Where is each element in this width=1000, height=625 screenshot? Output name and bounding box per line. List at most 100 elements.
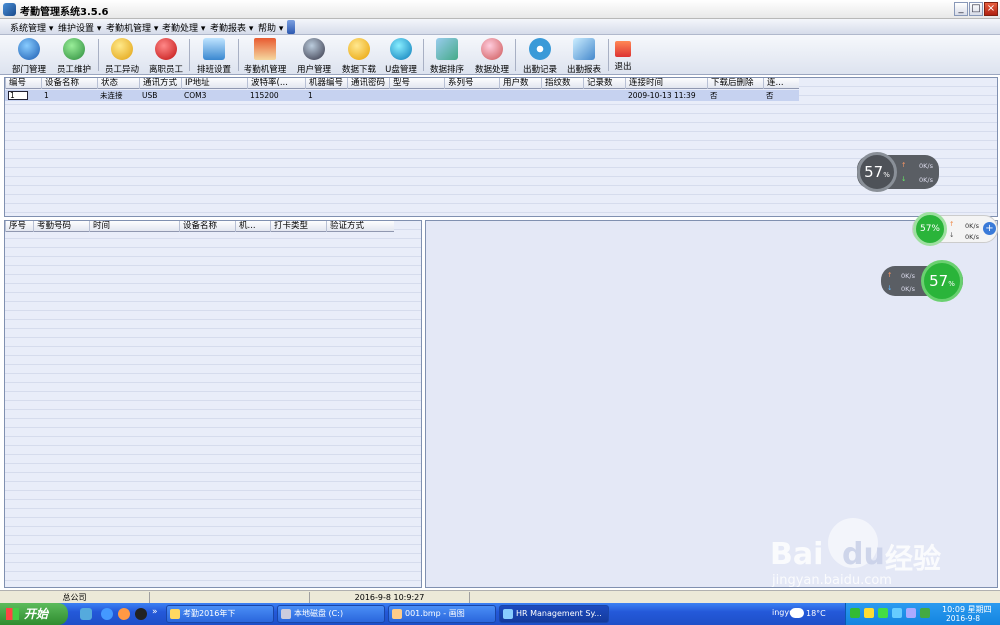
device-table: 编号 设备名称 状态 通讯方式 IP地址 波特率(... 机器编号 通讯密码 型… [4, 77, 998, 217]
screens-icon [573, 38, 595, 60]
table-cell[interactable]: 1 [5, 90, 41, 101]
col-header[interactable]: 型号 [389, 78, 444, 89]
close-button[interactable]: × [984, 2, 998, 16]
col-header[interactable]: 状态 [97, 78, 139, 89]
folder-icon [170, 609, 180, 619]
ie-icon[interactable] [101, 608, 113, 620]
taskbar: 开始 » 考勤2016年下 本地磁盘 (C:) 001.bmp - 画图 HR … [0, 603, 1000, 625]
col-header[interactable]: 设备名称 [41, 78, 97, 89]
people-icon [63, 38, 85, 60]
start-button[interactable]: 开始 [0, 603, 68, 625]
cloud-icon [790, 608, 804, 618]
resigned-button[interactable]: 离职员工 [143, 37, 189, 75]
col-header[interactable]: 波特率(... [247, 78, 305, 89]
col-header[interactable]: 时间 [89, 221, 179, 232]
tray-icon[interactable] [864, 608, 874, 618]
col-header[interactable]: 机... [235, 221, 270, 232]
table-row[interactable]: 1 1 未连接 USB COM3 115200 1 2009-10-13 11:… [5, 90, 799, 101]
col-header[interactable]: 考勤号码 [33, 221, 89, 232]
user-icon [303, 38, 325, 60]
process-button[interactable]: 数据处理 [469, 37, 515, 75]
toolbar: 部门管理 员工维护 员工异动 离职员工 排班设置 考勤机管理 用户管理 数据下载… [0, 35, 1000, 75]
tray-icon[interactable] [878, 608, 888, 618]
shield-icon[interactable] [920, 608, 930, 618]
menu-device[interactable]: 考勤机管理 ▾ [106, 21, 158, 34]
download-button[interactable]: 数据下载 [336, 37, 382, 75]
col-header[interactable]: 设备名称 [179, 221, 235, 232]
house-icon [254, 38, 276, 60]
chevron-icon[interactable]: » [152, 607, 162, 619]
menu-system[interactable]: 系统管理 ▾ [10, 21, 53, 34]
net-widget-3[interactable]: ↑ 0K/s ↓ 0K/s 57% [881, 260, 963, 302]
device-manage-button[interactable]: 考勤机管理 [242, 37, 288, 75]
cards-icon [436, 38, 458, 60]
browser-icon[interactable] [118, 608, 130, 620]
col-header[interactable]: 机器编号 [305, 78, 347, 89]
table-cell: 2009-10-13 11:39 [628, 91, 696, 100]
weather-temp[interactable]: 18°C [806, 609, 826, 618]
separator [515, 39, 516, 71]
separator [238, 39, 239, 71]
col-header[interactable]: 连... [763, 78, 799, 89]
col-header[interactable]: 通讯方式 [139, 78, 181, 89]
desktop-icon[interactable] [80, 608, 92, 620]
clock-date: 2016-9-8 [946, 614, 981, 623]
menu-chevron-icon[interactable] [287, 20, 295, 34]
monitor-icon [203, 38, 225, 60]
table-cell: COM3 [184, 91, 207, 100]
table-cell: USB [142, 91, 158, 100]
employee-button[interactable]: 员工维护 [51, 37, 97, 75]
status-company: 总公司 [0, 592, 150, 603]
record-table: 序号 考勤号码 时间 设备名称 机... 打卡类型 验证方式 [4, 220, 422, 588]
col-header[interactable]: 用户数 [499, 78, 541, 89]
menu-maintenance[interactable]: 维护设置 ▾ [58, 21, 101, 34]
col-header[interactable]: 下载后删除 [707, 78, 763, 89]
tray-icon[interactable] [892, 608, 902, 618]
table-cell: 1 [308, 91, 313, 100]
task-folder[interactable]: 考勤2016年下 [166, 605, 274, 623]
globe-icon [18, 38, 40, 60]
windows-logo-icon [6, 608, 19, 620]
col-header[interactable]: IP地址 [181, 78, 247, 89]
col-header[interactable]: 记录数 [583, 78, 625, 89]
col-header[interactable]: 指纹数 [541, 78, 583, 89]
net-widget-2[interactable]: 57% ↑ 0K/s ↓ 0K/s + [912, 212, 998, 246]
table-cell: 115200 [250, 91, 279, 100]
table-cell: 否 [710, 91, 718, 100]
udisk-button[interactable]: U盘管理 [378, 37, 424, 75]
menu-help[interactable]: 帮助 ▾ [258, 21, 283, 34]
task-disk[interactable]: 本地磁盘 (C:) [277, 605, 385, 623]
records-button[interactable]: 出勤记录 [517, 37, 563, 75]
plus-icon[interactable]: + [983, 222, 996, 235]
task-hr[interactable]: HR Management Sy... [499, 605, 609, 623]
user-manage-button[interactable]: 用户管理 [291, 37, 337, 75]
menu-report[interactable]: 考勤报表 ▾ [210, 21, 253, 34]
col-header[interactable]: 验证方式 [326, 221, 394, 232]
maximize-button[interactable]: □ [969, 2, 983, 16]
disk-icon [281, 609, 291, 619]
device-table-header: 编号 设备名称 状态 通讯方式 IP地址 波特率(... 机器编号 通讯密码 型… [5, 78, 799, 89]
tray-icon[interactable] [850, 608, 860, 618]
net-widget-1[interactable]: 57% ↑ 0K/s ↓ 0K/s [857, 152, 939, 192]
separator [189, 39, 190, 71]
exit-button[interactable]: 退出 [600, 37, 646, 73]
grid-background [5, 221, 421, 587]
minimize-button[interactable]: _ [954, 2, 968, 16]
dept-button[interactable]: 部门管理 [6, 37, 52, 75]
schedule-button[interactable]: 排班设置 [191, 37, 237, 75]
qq-icon[interactable] [135, 608, 147, 620]
tray-icon[interactable] [906, 608, 916, 618]
col-header[interactable]: 序号 [5, 221, 33, 232]
col-header[interactable]: 系列号 [444, 78, 499, 89]
sort-button[interactable]: 数据排序 [424, 37, 470, 75]
col-header[interactable]: 打卡类型 [270, 221, 326, 232]
edit-cell[interactable]: 1 [8, 91, 28, 100]
task-paint[interactable]: 001.bmp - 画图 [388, 605, 496, 623]
record-table-header: 序号 考勤号码 时间 设备名称 机... 打卡类型 验证方式 [5, 221, 394, 232]
col-header[interactable]: 连接时间 [625, 78, 707, 89]
transfer-button[interactable]: 员工异动 [99, 37, 145, 75]
menu-process[interactable]: 考勤处理 ▾ [162, 21, 205, 34]
col-header[interactable]: 通讯密码 [347, 78, 389, 89]
col-header[interactable]: 编号 [5, 78, 41, 89]
status-bar: 总公司 2016-9-8 10:9:27 [0, 590, 1000, 603]
